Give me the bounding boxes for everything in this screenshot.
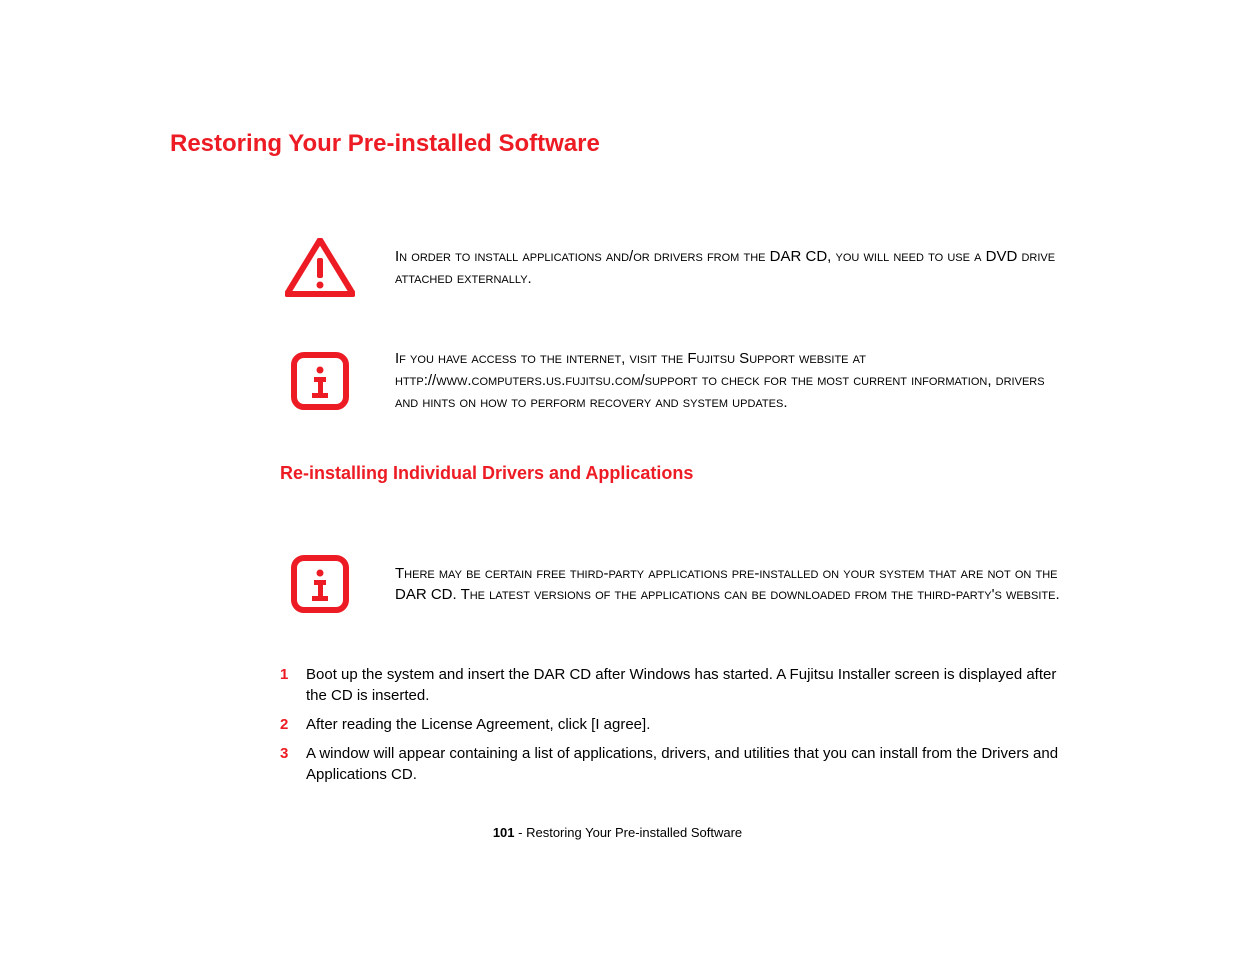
step-item: 1 Boot up the system and insert the DAR … — [280, 664, 1065, 706]
document-page: Restoring Your Pre-installed Software In… — [0, 0, 1235, 900]
warning-text: In order to install applications and/or … — [395, 246, 1065, 290]
sub-heading: Re-installing Individual Drivers and App… — [280, 463, 1065, 484]
step-item: 3 A window will appear containing a list… — [280, 743, 1065, 785]
steps-list: 1 Boot up the system and insert the DAR … — [280, 664, 1065, 785]
step-text: A window will appear containing a list o… — [306, 743, 1065, 785]
step-text: Boot up the system and insert the DAR CD… — [306, 664, 1065, 706]
info-icon — [285, 554, 355, 614]
step-text: After reading the License Agreement, cli… — [306, 714, 1065, 735]
step-number: 3 — [280, 743, 294, 785]
info-text-1: If you have access to the internet, visi… — [395, 348, 1065, 413]
footer-sep: - — [515, 825, 527, 840]
page-heading: Restoring Your Pre-installed Software — [170, 130, 1065, 158]
footer-page-number: 101 — [493, 825, 515, 840]
info-callout-2: There may be certain free third-party ap… — [285, 554, 1065, 614]
step-number: 1 — [280, 664, 294, 706]
step-number: 2 — [280, 714, 294, 735]
warning-icon — [285, 238, 355, 298]
info-text-2: There may be certain free third-party ap… — [395, 563, 1065, 607]
page-footer: 101 - Restoring Your Pre-installed Softw… — [170, 825, 1065, 840]
footer-title: Restoring Your Pre-installed Software — [526, 825, 742, 840]
step-item: 2 After reading the License Agreement, c… — [280, 714, 1065, 735]
warning-callout: In order to install applications and/or … — [285, 238, 1065, 298]
info-callout-1: If you have access to the internet, visi… — [285, 348, 1065, 413]
info-icon — [285, 351, 355, 411]
